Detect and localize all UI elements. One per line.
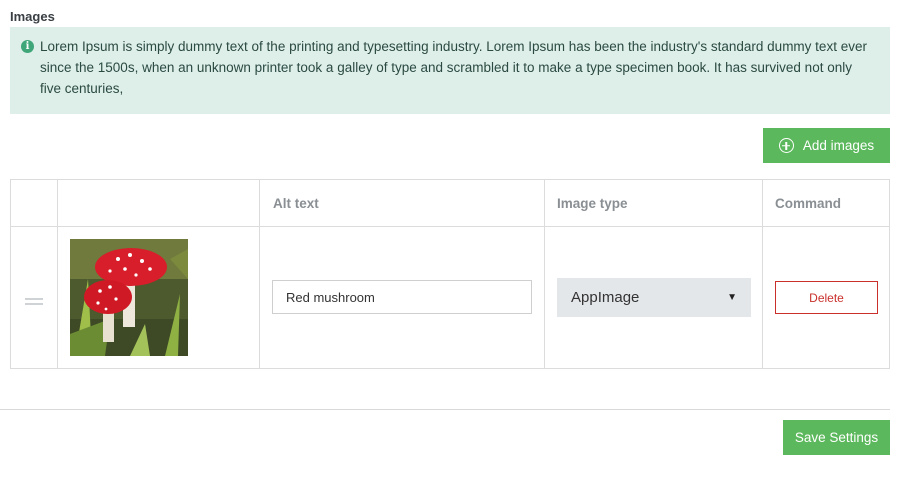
alt-text-input[interactable] xyxy=(272,280,532,314)
column-divider xyxy=(57,180,58,368)
header-divider xyxy=(11,226,889,227)
info-text: Lorem Ipsum is simply dummy text of the … xyxy=(40,39,867,96)
column-header-command: Command xyxy=(775,196,842,211)
save-settings-button[interactable]: Save Settings xyxy=(783,420,890,455)
column-header-image-type: Image type xyxy=(557,196,628,211)
section-title: Images xyxy=(10,9,55,24)
red-mushroom-thumbnail xyxy=(70,239,188,356)
footer-divider xyxy=(0,409,890,410)
info-message: i Lorem Ipsum is simply dummy text of th… xyxy=(10,27,890,114)
images-table: Alt text Image type Command Red mushroom… xyxy=(10,179,890,369)
plus-circle-icon xyxy=(778,138,794,153)
add-images-label: Add images xyxy=(802,138,875,153)
delete-button[interactable]: Delete xyxy=(775,281,878,314)
add-images-button[interactable]: Add images xyxy=(763,128,890,163)
caret-down-icon: ▼ xyxy=(727,292,737,303)
image-type-select[interactable]: AppImage ▼ xyxy=(557,278,751,317)
image-type-value: AppImage xyxy=(571,289,640,306)
image-thumbnail xyxy=(70,239,188,356)
drag-handle-icon[interactable] xyxy=(25,298,43,305)
info-icon: i xyxy=(21,40,34,53)
column-header-alt-text: Alt text xyxy=(273,196,319,211)
column-divider xyxy=(762,180,763,368)
column-divider xyxy=(544,180,545,368)
column-divider xyxy=(259,180,260,368)
